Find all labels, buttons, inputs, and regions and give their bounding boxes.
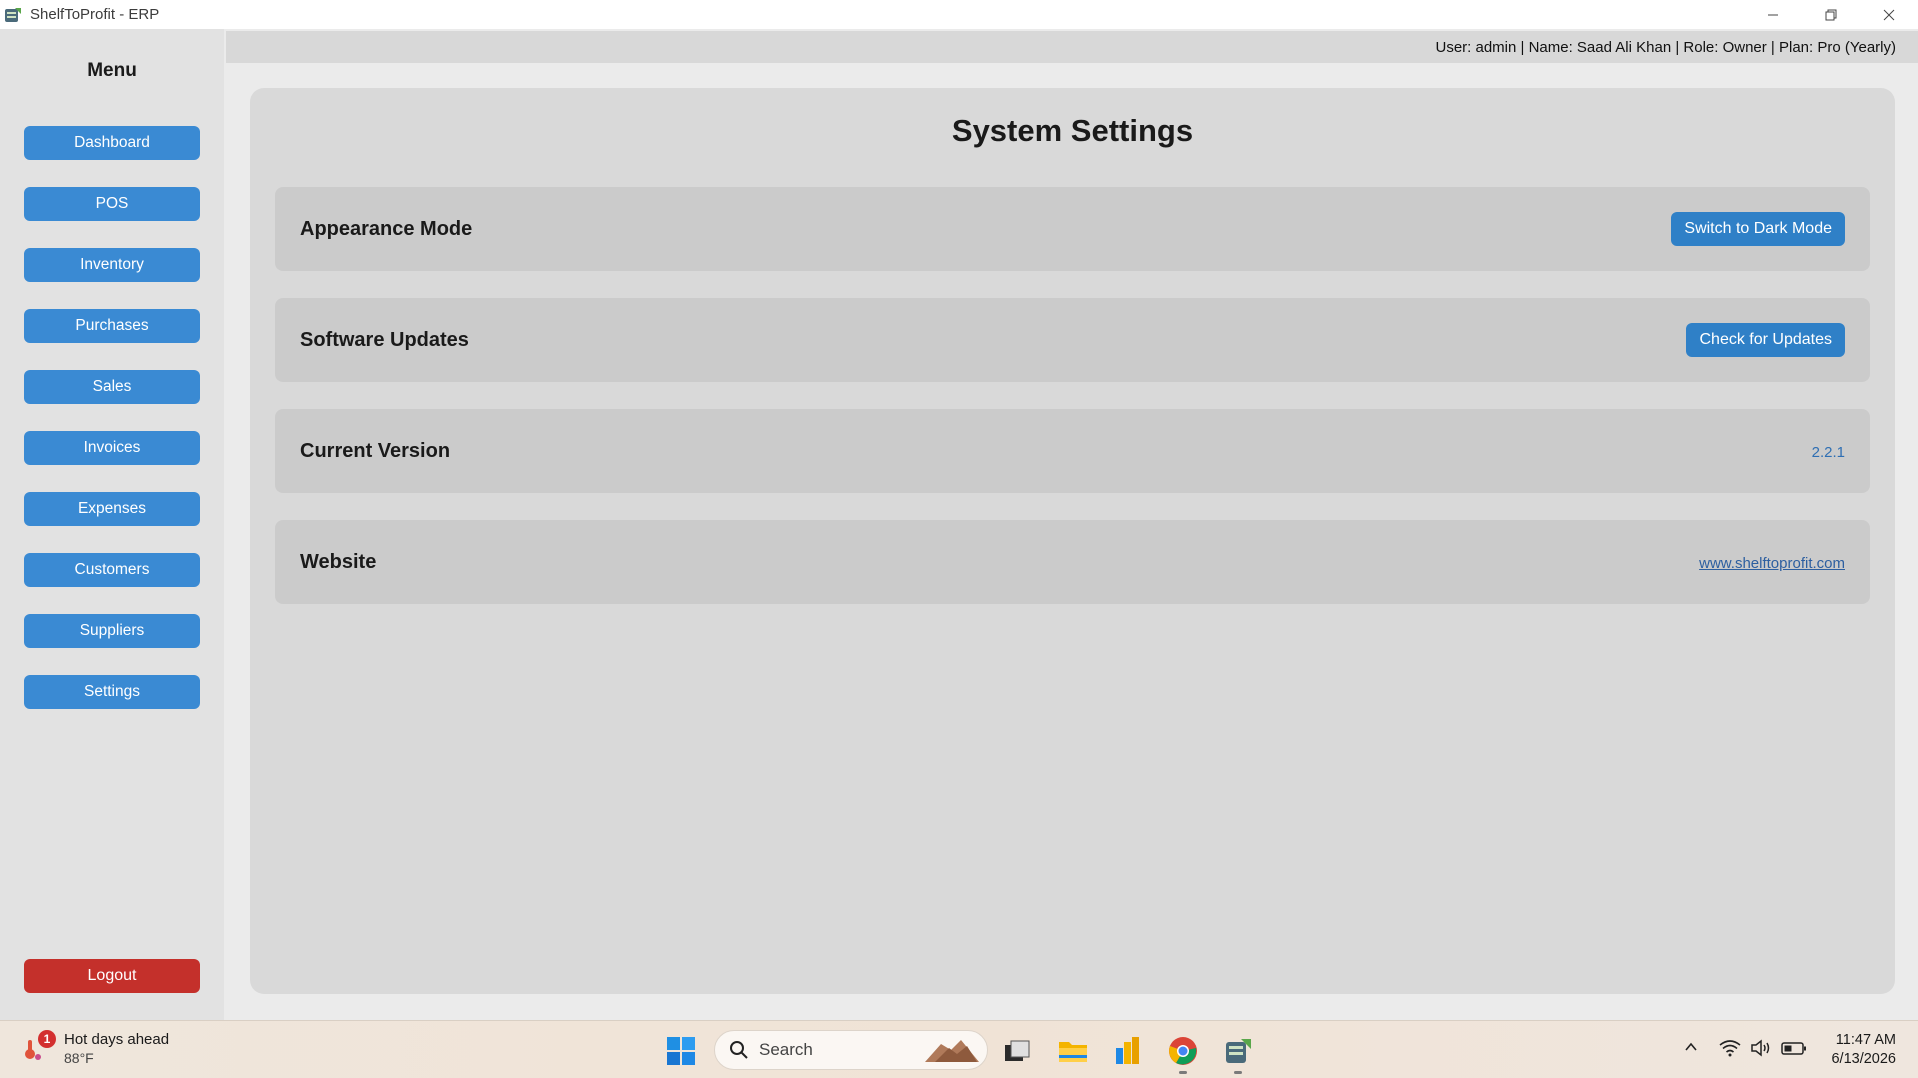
battery-icon[interactable]: [1781, 1039, 1807, 1057]
version-value: 2.2.1: [1811, 444, 1845, 461]
weather-title: Hot days ahead: [64, 1030, 170, 1048]
weather-widget[interactable]: 1 Hot days ahead 88°F: [22, 1030, 169, 1066]
sidebar-item-settings[interactable]: Settings: [24, 675, 200, 709]
taskbar-search[interactable]: Search: [714, 1030, 988, 1070]
running-indicator: [1179, 1071, 1187, 1074]
file-explorer-icon[interactable]: [1056, 1034, 1090, 1068]
wifi-icon[interactable]: [1719, 1039, 1741, 1057]
search-highlight-icon: [925, 1040, 979, 1062]
thermometer-icon: 1: [22, 1030, 56, 1066]
windows-start-icon[interactable]: [666, 1036, 696, 1066]
switch-dark-mode-button[interactable]: Switch to Dark Mode: [1671, 212, 1845, 246]
sidebar-item-dashboard[interactable]: Dashboard: [24, 126, 200, 160]
menu-title: Menu: [87, 60, 137, 81]
software-updates-label: Software Updates: [300, 329, 469, 351]
sidebar-item-customers[interactable]: Customers: [24, 553, 200, 587]
website-link[interactable]: www.shelftoprofit.com: [1699, 555, 1845, 572]
sidebar-item-invoices[interactable]: Invoices: [24, 431, 200, 465]
sidebar: Menu Dashboard POS Inventory Purchases S…: [0, 29, 224, 1020]
power-bi-icon[interactable]: [1111, 1034, 1145, 1068]
software-updates-row: Software Updates Check for Updates: [275, 298, 1870, 382]
running-indicator: [1234, 1071, 1242, 1074]
chrome-icon[interactable]: [1166, 1034, 1200, 1074]
sidebar-item-expenses[interactable]: Expenses: [24, 492, 200, 526]
user-info-bar: User: admin | Name: Saad Ali Khan | Role…: [226, 31, 1918, 63]
title-bar: ShelfToProfit - ERP: [0, 0, 1918, 29]
restore-button[interactable]: [1802, 0, 1860, 29]
window-title: ShelfToProfit - ERP: [30, 6, 160, 23]
current-version-label: Current Version: [300, 440, 451, 462]
minimize-icon: [1768, 14, 1778, 15]
check-updates-button[interactable]: Check for Updates: [1686, 323, 1845, 357]
app-logo-icon: [5, 7, 21, 22]
notification-badge: 1: [38, 1030, 56, 1048]
logout-button[interactable]: Logout: [24, 959, 200, 993]
task-view-icon[interactable]: [1000, 1034, 1034, 1068]
weather-temperature: 88°F: [64, 1049, 94, 1066]
search-placeholder: Search: [759, 1040, 813, 1059]
restore-icon: [1825, 9, 1837, 20]
current-version-row: Current Version 2.2.1: [275, 409, 1870, 493]
sidebar-item-sales[interactable]: Sales: [24, 370, 200, 404]
clock-time: 11:47 AM: [1835, 1032, 1896, 1048]
clock-date: 6/13/2026: [1831, 1051, 1896, 1067]
page-title: System Settings: [951, 113, 1194, 148]
appearance-mode-label: Appearance Mode: [300, 218, 473, 240]
close-icon: [1883, 9, 1895, 20]
taskbar: 1 Hot days ahead 88°F Search 11:47 AM 6/…: [0, 1020, 1918, 1078]
website-row: Website www.shelftoprofit.com: [275, 520, 1870, 604]
sidebar-item-suppliers[interactable]: Suppliers: [24, 614, 200, 648]
search-icon: [730, 1041, 748, 1059]
close-button[interactable]: [1860, 0, 1918, 29]
appearance-mode-row: Appearance Mode Switch to Dark Mode: [275, 187, 1870, 271]
sidebar-item-purchases[interactable]: Purchases: [24, 309, 200, 343]
website-label: Website: [300, 551, 377, 573]
volume-icon[interactable]: [1750, 1039, 1772, 1057]
settings-panel: System Settings Appearance Mode Switch t…: [250, 88, 1895, 994]
shelftoprofit-taskbar-icon[interactable]: [1221, 1034, 1255, 1074]
sidebar-item-inventory[interactable]: Inventory: [24, 248, 200, 282]
show-hidden-icons-chevron-icon[interactable]: [1683, 1039, 1699, 1055]
user-info: User: admin | Name: Saad Ali Khan | Role…: [1435, 39, 1896, 56]
sidebar-item-pos[interactable]: POS: [24, 187, 200, 221]
minimize-button[interactable]: [1744, 0, 1802, 29]
system-clock[interactable]: 11:47 AM 6/13/2026: [1831, 1031, 1896, 1069]
